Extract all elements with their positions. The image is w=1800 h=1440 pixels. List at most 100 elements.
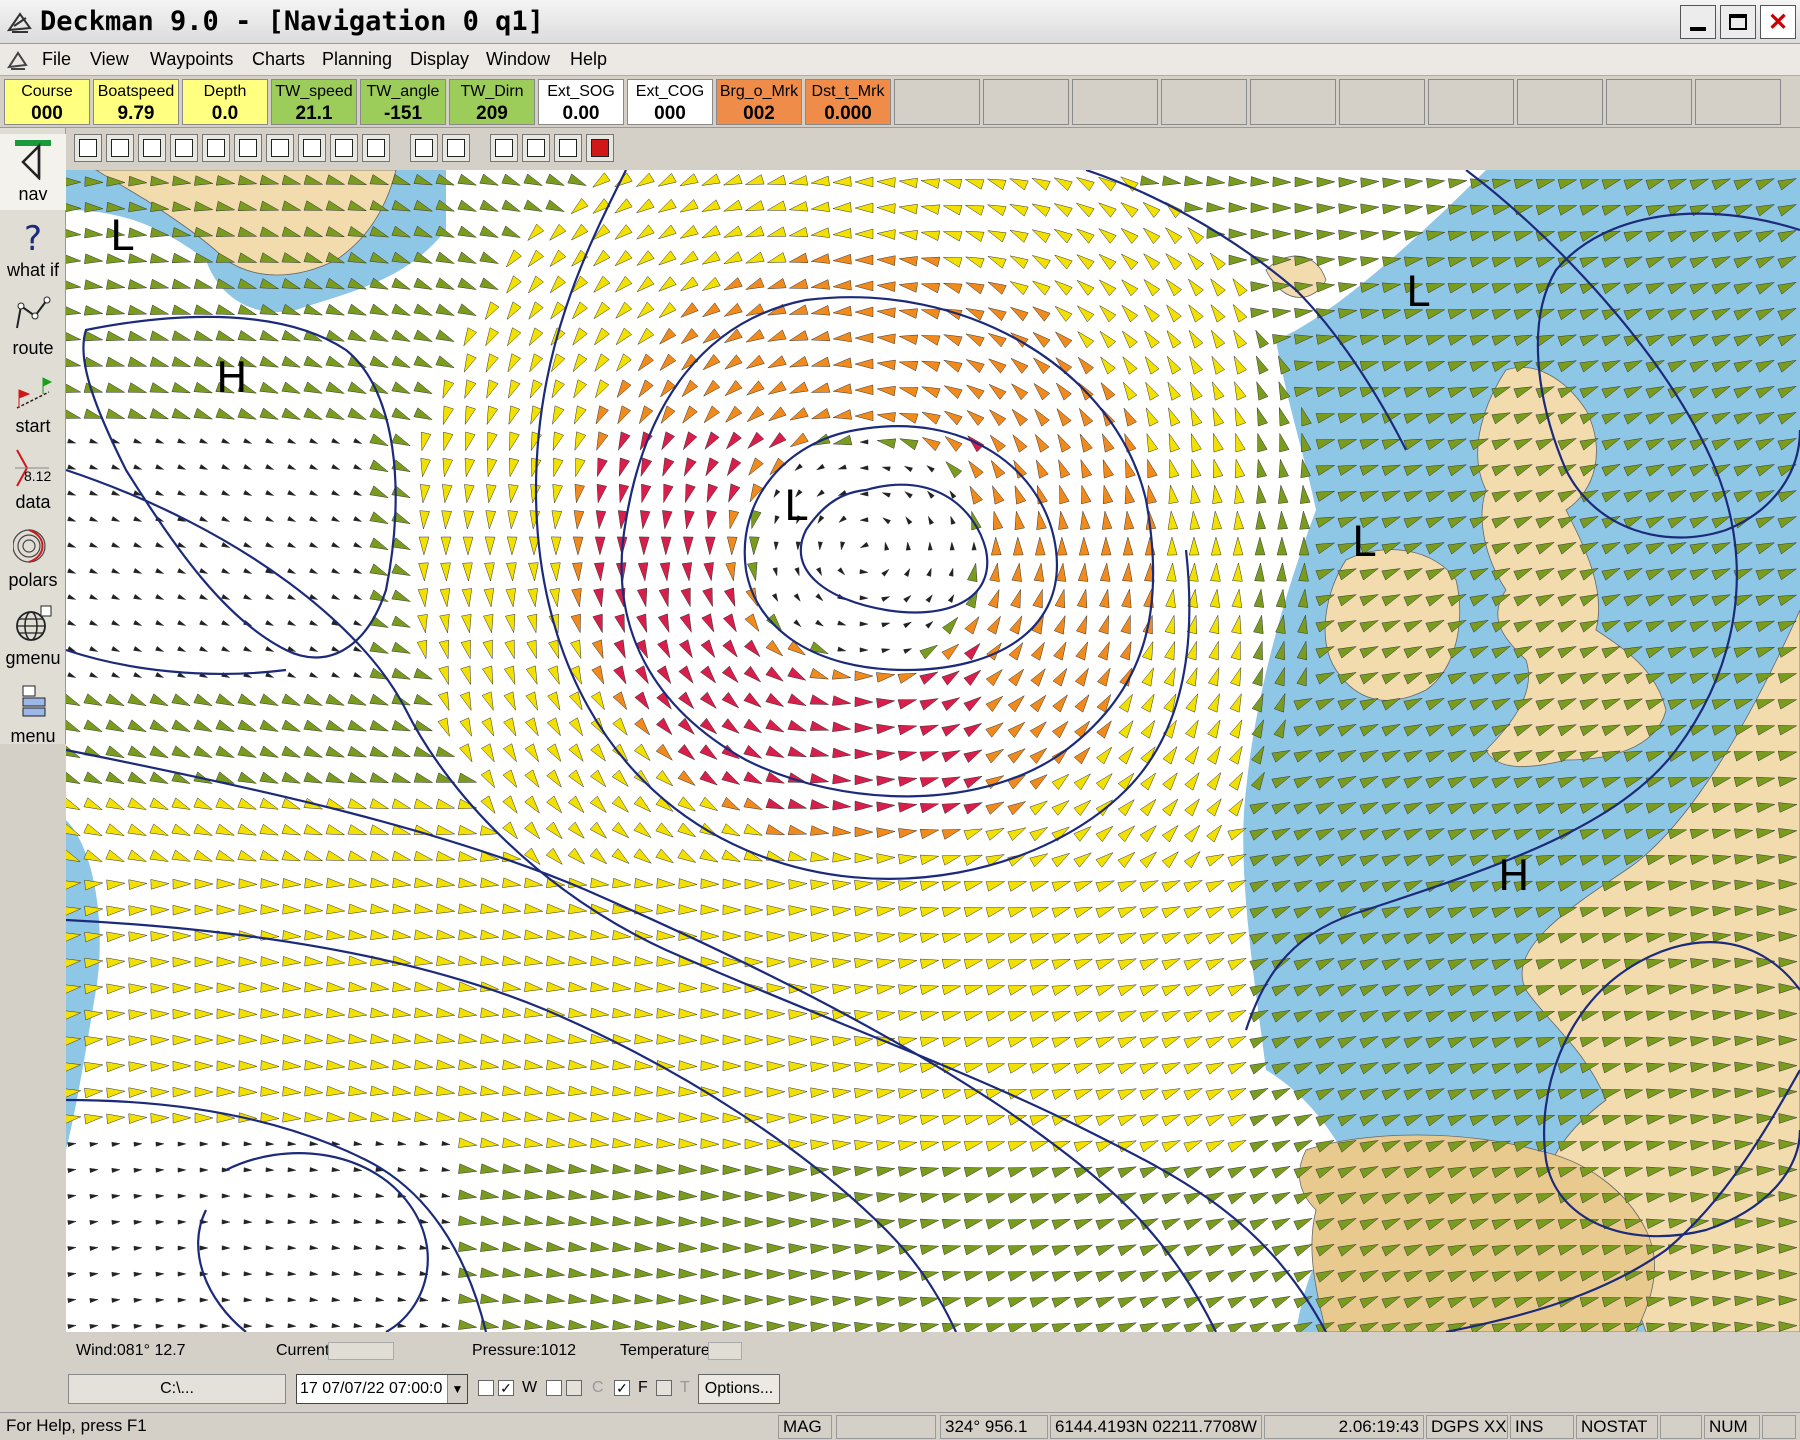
pan-hand-button[interactable] [298, 134, 326, 162]
deckman-app: Deckman 9.0 - [Navigation 0 q1] ✕ File V… [0, 0, 1800, 1440]
place-waypoint-button[interactable] [490, 134, 518, 162]
dropdown-arrow-icon[interactable]: ▼ [447, 1375, 467, 1403]
menu-help[interactable]: Help [570, 49, 607, 70]
instrument-slot-empty[interactable] [894, 79, 980, 125]
status-ins: INS [1510, 1415, 1574, 1439]
boat-track-icon [559, 139, 577, 157]
low-pressure-label: L [1406, 267, 1430, 316]
checkbox-current-label: C [592, 1379, 604, 1396]
temperature-readout: Temperature [620, 1342, 710, 1359]
instrument-value: 0.0 [211, 103, 239, 124]
instrument-label: Ext_SOG [547, 83, 615, 100]
instrument-tw-speed[interactable]: TW_speed 21.1 [271, 79, 357, 125]
instrument-slot-empty[interactable] [1428, 79, 1514, 125]
checkbox-blank-2[interactable] [546, 1380, 562, 1396]
instrument-slot-empty[interactable] [1250, 79, 1336, 125]
center-map-button[interactable] [170, 134, 198, 162]
zoom-out-region-button[interactable] [138, 134, 166, 162]
instrument-course[interactable]: Course 000 [4, 79, 90, 125]
zoom-out-button[interactable] [234, 134, 262, 162]
checkbox-current[interactable] [566, 1380, 582, 1396]
instrument-tw-dirn[interactable]: TW_Dirn 209 [449, 79, 535, 125]
checkbox-fronts[interactable]: ✓ [614, 1380, 630, 1396]
instrument-value: -151 [383, 103, 423, 124]
zoom-in-region-button[interactable] [106, 134, 134, 162]
options-button[interactable]: Options... [698, 1374, 780, 1404]
status-help: For Help, press F1 [6, 1416, 147, 1435]
map-canvas[interactable]: L H L L L H [66, 170, 1800, 1332]
zoom-window-button[interactable] [74, 134, 102, 162]
instrument-slot-empty[interactable] [983, 79, 1069, 125]
app-logo-icon [6, 12, 32, 33]
time-select-value: 17 07/07/22 07:00:0 [300, 1380, 443, 1397]
weather-chart-map[interactable]: L H L L L H [66, 170, 1800, 1332]
measure-route-button[interactable] [522, 134, 550, 162]
grib-path-button[interactable]: C:\... [68, 1374, 286, 1404]
fit-chart-button[interactable] [266, 134, 294, 162]
instrument-ext-sog[interactable]: Ext_SOG 0.00 [538, 79, 624, 125]
checkbox-blank-1[interactable] [478, 1380, 494, 1396]
menu-display[interactable]: Display [410, 49, 469, 70]
instrument-panel: Course 000 Boatspeed 9.79 Depth 0.0 TW_speed 21… [0, 76, 1800, 128]
chart-layers-button[interactable] [586, 134, 614, 162]
menu-planning[interactable]: Planning [322, 49, 392, 70]
rail-route-label: route [12, 338, 54, 358]
instrument-label: Boatspeed [97, 83, 175, 100]
wind-readout: Wind:081° 12.7 [76, 1342, 186, 1359]
rail-data[interactable]: 8.12 data [0, 442, 66, 518]
rail-data-label: data [15, 492, 51, 512]
time-select[interactable]: 17 07/07/22 07:00:0 ▼ [296, 1374, 468, 1404]
checkbox-wind[interactable]: ✓ [498, 1380, 514, 1396]
boat-track-button[interactable] [554, 134, 582, 162]
rail-nav[interactable]: nav [0, 134, 66, 210]
status-bar: For Help, press F1 MAG 324° 956.1 6144.4… [0, 1412, 1800, 1440]
instrument-slot-empty[interactable] [1339, 79, 1425, 125]
course-up-button[interactable] [442, 134, 470, 162]
restore-button[interactable] [1720, 5, 1756, 39]
instrument-dst-t-mrk[interactable]: Dst_t_Mrk 0.000 [805, 79, 891, 125]
checkbox-fronts-label: F [638, 1379, 648, 1396]
instrument-slot-empty[interactable] [1606, 79, 1692, 125]
high-pressure-label: H [1498, 851, 1530, 900]
rail-whatif[interactable]: ? what if [0, 210, 66, 286]
menu-bar: File View Waypoints Charts Planning Disp… [0, 44, 1800, 76]
rail-start[interactable]: start [0, 366, 66, 442]
menu-view[interactable]: View [90, 49, 129, 70]
north-up-button[interactable] [410, 134, 438, 162]
instrument-depth[interactable]: Depth 0.0 [182, 79, 268, 125]
fit-chart-icon [271, 139, 289, 157]
tool-rail: nav ? what if route start 8.12 data pola… [0, 128, 66, 746]
status-blank [836, 1415, 936, 1439]
menu-charts[interactable]: Charts [252, 49, 305, 70]
instrument-label: TW_speed [275, 83, 353, 100]
rail-menu[interactable]: menu [0, 676, 66, 752]
rail-gmenu[interactable]: gmenu [0, 598, 66, 674]
instrument-slot-empty[interactable] [1161, 79, 1247, 125]
checkbox-temp[interactable] [656, 1380, 672, 1396]
menu-stack-icon [22, 685, 46, 717]
menu-window[interactable]: Window [486, 49, 550, 70]
instrument-boatspeed[interactable]: Boatspeed 9.79 [93, 79, 179, 125]
menu-file[interactable]: File [42, 49, 71, 70]
forward-view-button[interactable] [362, 134, 390, 162]
rail-polars[interactable]: polars [0, 520, 66, 596]
instrument-slot-empty[interactable] [1517, 79, 1603, 125]
back-view-button[interactable] [330, 134, 358, 162]
close-button[interactable]: ✕ [1760, 5, 1796, 39]
minimize-button[interactable] [1680, 5, 1716, 39]
title-bar: Deckman 9.0 - [Navigation 0 q1] ✕ [0, 0, 1800, 44]
low-pressure-label: L [1352, 517, 1376, 566]
rail-menu-label: menu [10, 726, 56, 746]
instrument-value: 000 [654, 103, 686, 124]
instrument-value: 21.1 [295, 103, 333, 124]
rail-route[interactable]: route [0, 288, 66, 364]
instrument-tw-angle[interactable]: TW_angle -151 [360, 79, 446, 125]
instrument-brg-o-mrk[interactable]: Brg_o_Mrk 002 [716, 79, 802, 125]
isobar [534, 170, 1191, 880]
instrument-ext-cog[interactable]: Ext_COG 000 [627, 79, 713, 125]
restore-icon [1729, 14, 1747, 30]
menu-waypoints[interactable]: Waypoints [150, 49, 233, 70]
instrument-slot-empty[interactable] [1072, 79, 1158, 125]
instrument-slot-empty[interactable] [1695, 79, 1781, 125]
zoom-in-button[interactable] [202, 134, 230, 162]
